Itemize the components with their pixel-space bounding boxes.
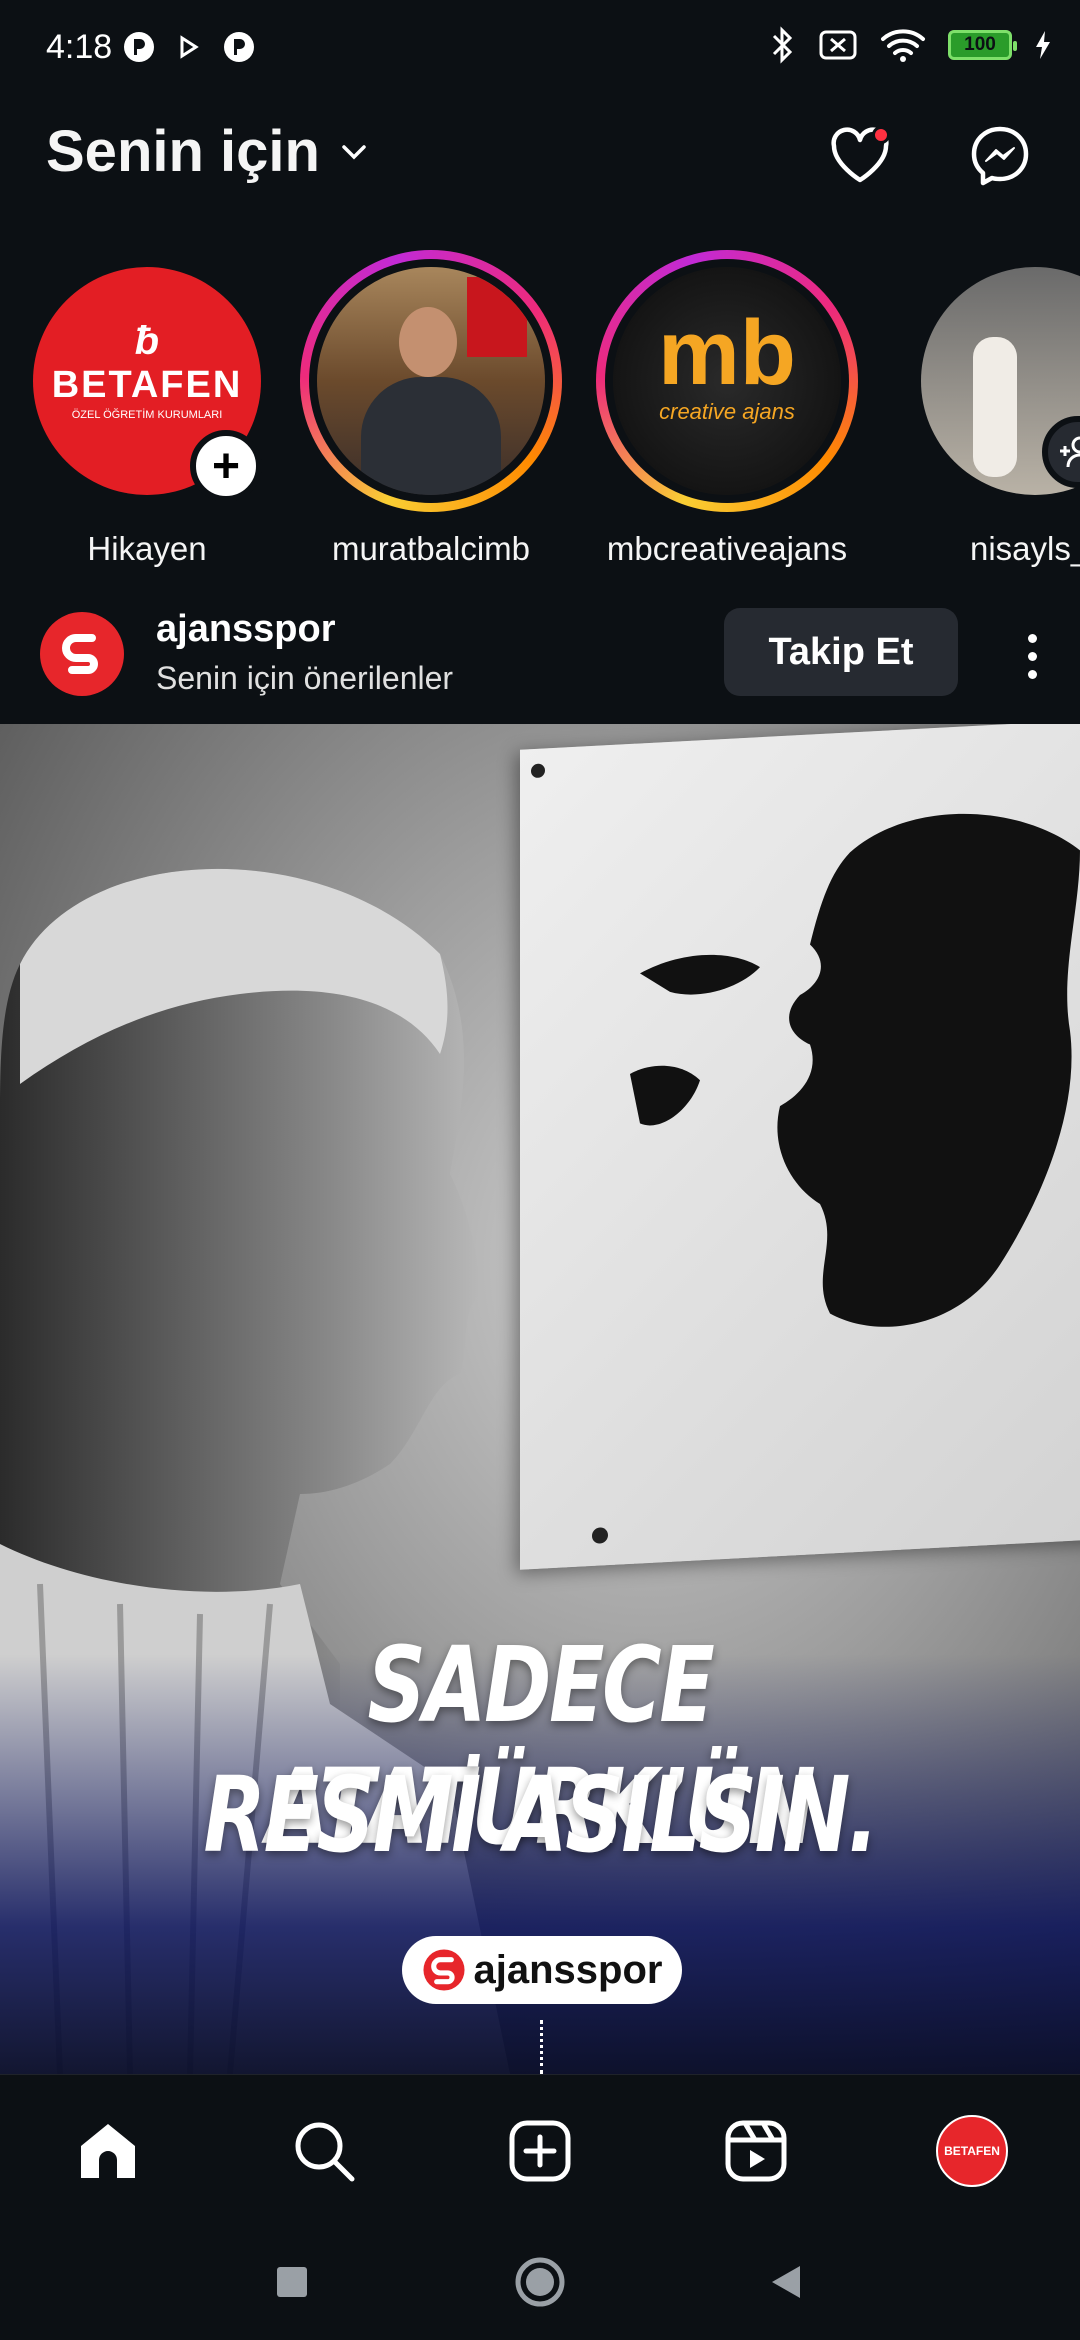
messenger-button[interactable]	[964, 120, 1036, 192]
profile-avatar-text: BETAFEN	[944, 2144, 1000, 2158]
avatar[interactable]	[40, 612, 124, 696]
add-story-button[interactable]: +	[190, 430, 262, 502]
charging-icon	[1036, 31, 1050, 59]
chevron-down-icon	[342, 144, 366, 159]
status-bar: 4:18 100	[0, 0, 1080, 100]
status-right-icons: 100	[770, 26, 1052, 64]
home-system-button[interactable]	[510, 2252, 570, 2312]
search-icon	[295, 2122, 355, 2182]
brand-watermark: ajansspor	[402, 1936, 682, 2004]
avatar-logo-subtext: creative ajans	[659, 399, 795, 424]
notifications-button[interactable]	[824, 120, 896, 192]
play-icon	[180, 35, 199, 59]
more-dot-icon	[1027, 669, 1037, 679]
story-nisayls[interactable]: nisayls_	[900, 250, 1080, 568]
bluetooth-icon	[772, 26, 793, 64]
post-username[interactable]: ajansspor	[156, 608, 336, 651]
story-ring: mb creative ajans	[596, 250, 858, 512]
person-head	[399, 307, 457, 377]
post-header: ajansspor Senin için önerilenler Takip E…	[0, 590, 1080, 720]
story-username: Hikayen	[87, 530, 207, 567]
stories-tray: ƀ BETAFEN ÖZEL ÖĞRETİM KURUMLARI + Hikay…	[0, 250, 1080, 570]
story-username: mbcreativeajans	[606, 530, 848, 567]
logo-mark: ƀ	[134, 319, 160, 363]
wifi-icon	[881, 29, 925, 62]
plus-square-icon	[509, 2120, 571, 2182]
back-triangle-icon	[772, 2266, 800, 2298]
nav-search[interactable]	[286, 2113, 362, 2189]
no-sim-icon	[819, 30, 857, 60]
ajansspor-logo-icon	[62, 634, 98, 674]
story-username: nisayls_	[970, 530, 1080, 567]
more-dot-icon	[1027, 651, 1037, 661]
brand-name: ajansspor	[473, 1947, 663, 1992]
avatar: mb creative ajans	[613, 267, 841, 495]
status-time: 4:18	[46, 28, 113, 66]
person-figure	[973, 337, 1017, 477]
story-mbcreativeajans[interactable]: mb creative ajans mbcreativeajans	[592, 250, 862, 568]
circle-icon	[515, 2257, 565, 2307]
status-left-icons	[122, 30, 256, 64]
avatar	[317, 267, 545, 495]
post-headline-line2: RESMİ ASILSIN.	[203, 1754, 878, 1876]
ataturk-silhouette	[531, 763, 1080, 1544]
nav-create[interactable]	[502, 2113, 578, 2189]
header-actions	[824, 120, 1036, 192]
system-navigation	[0, 2224, 1080, 2340]
nav-reels[interactable]	[718, 2113, 794, 2189]
flag-shape	[467, 277, 527, 357]
more-dot-icon	[1027, 633, 1037, 643]
story-ring	[300, 250, 562, 512]
home-icon	[81, 2124, 135, 2178]
post-subtitle: Senin için önerilenler	[156, 660, 454, 696]
person-body	[361, 377, 501, 495]
bottom-navigation: BETAFEN	[0, 2074, 1080, 2224]
feed-header: Senin için	[0, 100, 1080, 210]
reels-icon	[725, 2120, 787, 2182]
recents-button[interactable]	[262, 2252, 322, 2312]
dotted-divider	[540, 2020, 543, 2074]
story-own[interactable]: ƀ BETAFEN ÖZEL ÖĞRETİM KURUMLARI + Hikay…	[12, 250, 282, 568]
messenger-icon	[971, 126, 1029, 186]
back-button[interactable]	[756, 2252, 816, 2312]
battery-icon: 100	[948, 30, 1017, 60]
portrait-poster	[520, 724, 1080, 1570]
story-username: muratbalcimb	[331, 530, 531, 567]
avatar: BETAFEN	[936, 2115, 1008, 2187]
notification-dot	[872, 126, 890, 144]
nav-profile[interactable]: BETAFEN	[934, 2113, 1010, 2189]
story-muratbalcimb[interactable]: muratbalcimb	[296, 250, 566, 568]
app-notification-icon-2	[224, 32, 254, 62]
avatar-logo-text: mb	[658, 302, 796, 404]
battery-level: 100	[964, 34, 996, 55]
more-options-button[interactable]	[1002, 616, 1062, 696]
feed-selector[interactable]: Senin için	[46, 118, 370, 185]
app-notification-icon	[124, 32, 154, 62]
add-person-icon	[1060, 436, 1080, 468]
post-image[interactable]: SADECE ATATÜRK’ÜN RESMİ ASILSIN. ajanssp…	[0, 724, 1080, 2074]
ajansspor-logo-icon	[422, 1949, 465, 1991]
nav-home[interactable]	[70, 2113, 146, 2189]
avatar-logo-subtext: ÖZEL ÖĞRETİM KURUMLARI	[71, 409, 223, 421]
follow-button[interactable]: Takip Et	[724, 608, 958, 696]
feed-title: Senin için	[46, 119, 320, 184]
avatar-logo-text: BETAFEN	[51, 364, 243, 406]
plus-icon: +	[211, 439, 241, 493]
square-icon	[277, 2267, 307, 2297]
